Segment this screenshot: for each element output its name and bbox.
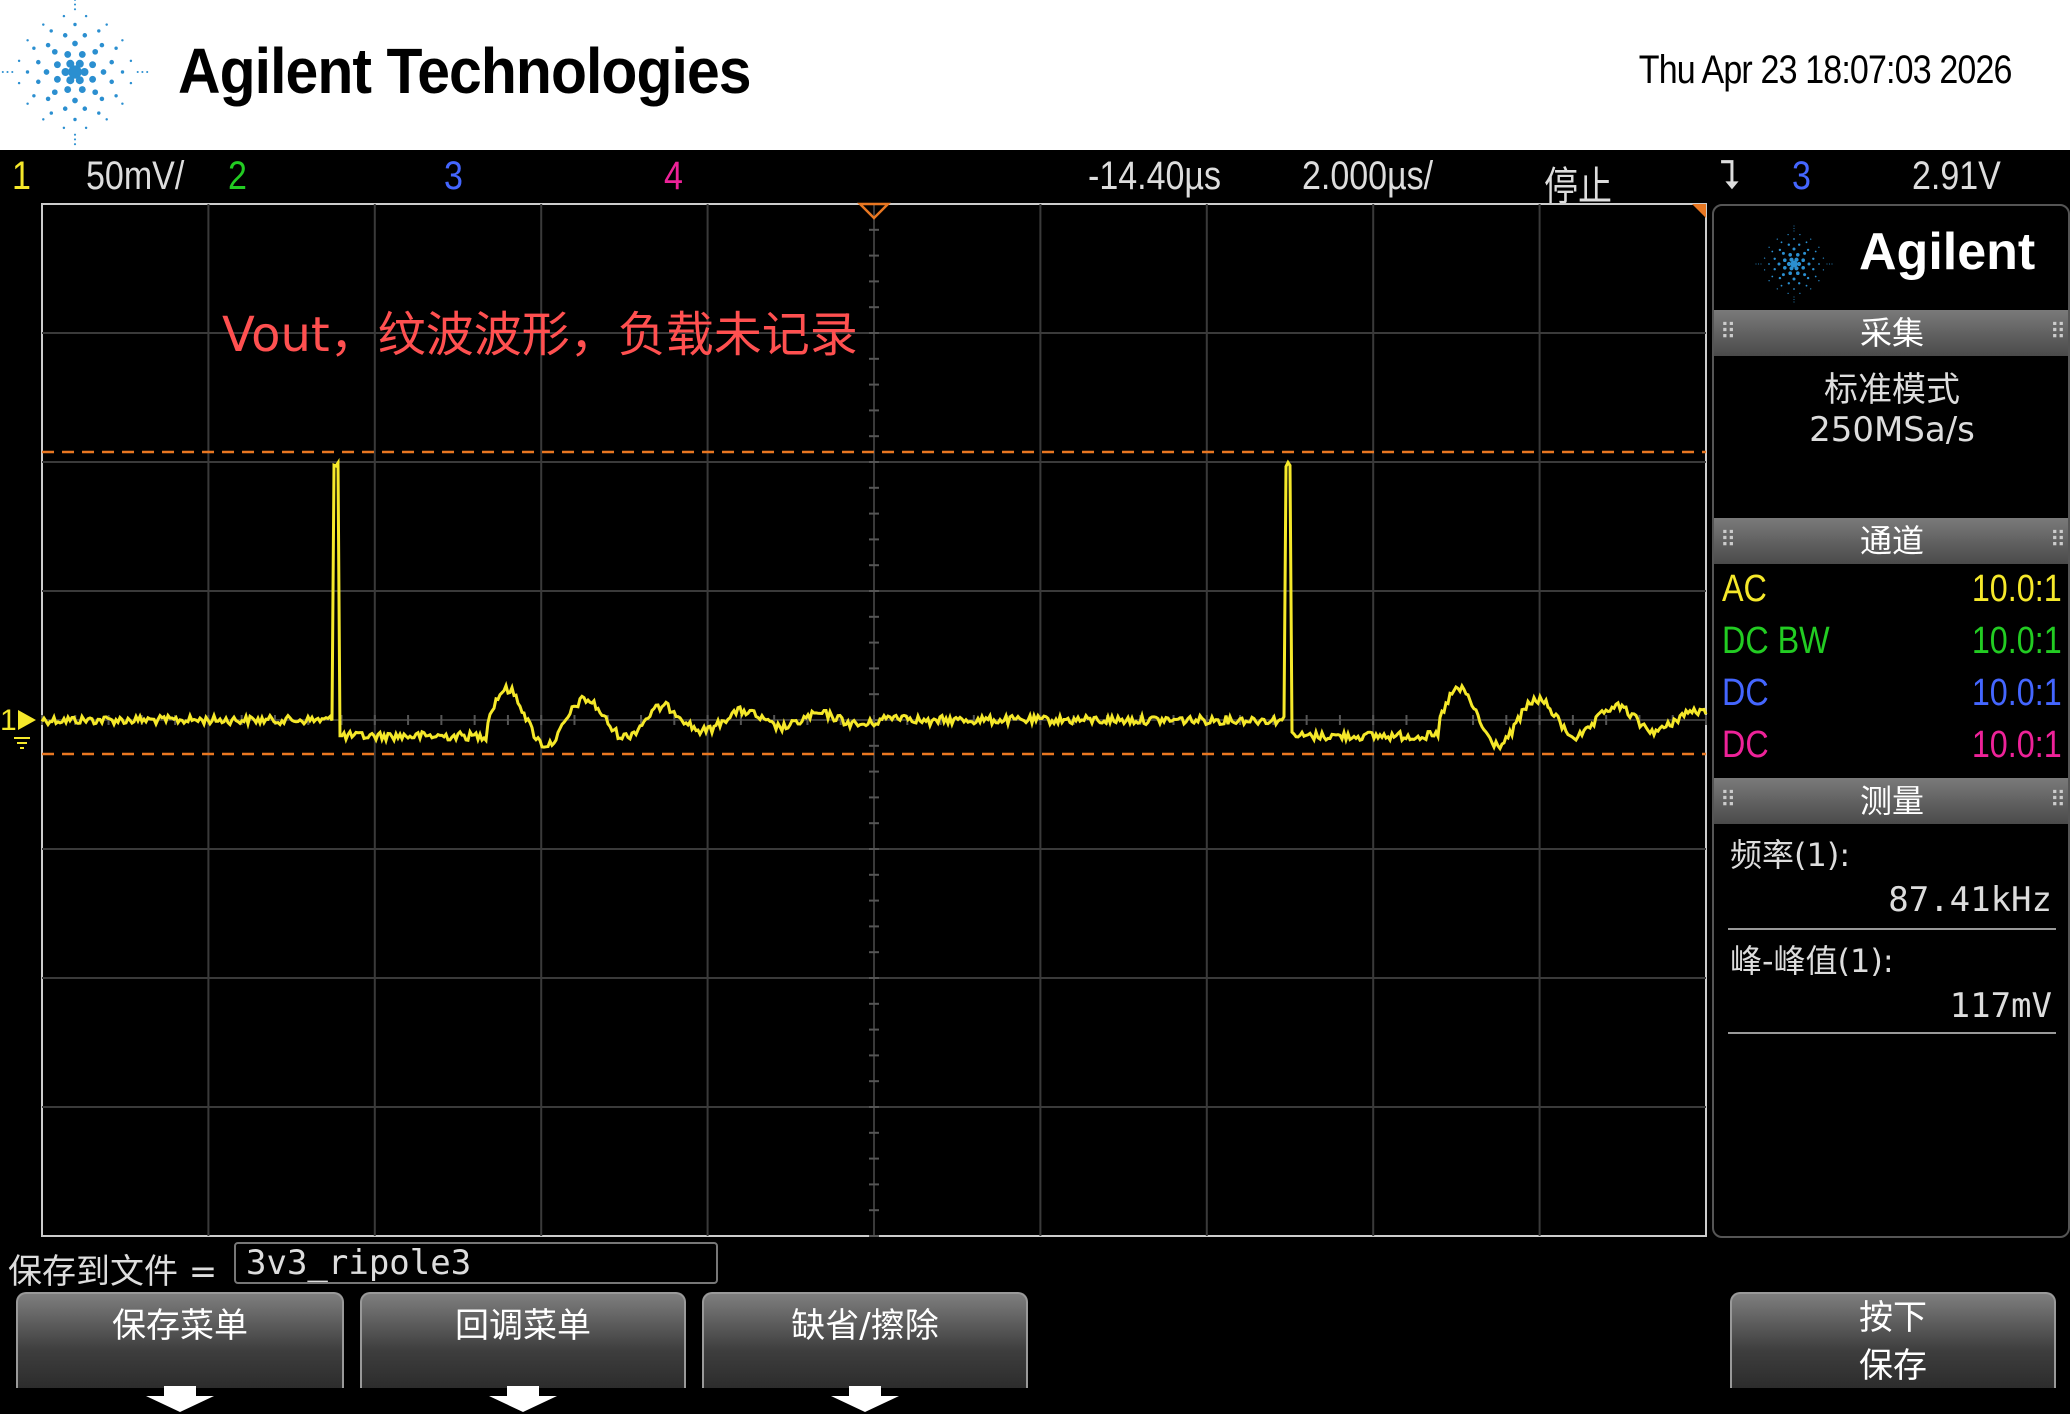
channel-4-info[interactable]: DC 10.0:1 xyxy=(1722,724,2062,770)
side-panel: Agilent ⠿ 采集 ⠿ 标准模式 250MSa/s ⠿ 通道 ⠿ AC 1… xyxy=(1712,204,2070,1238)
recall-menu-label: 回调菜单 xyxy=(455,1306,591,1346)
channel-1-ground-marker: 1 xyxy=(0,704,17,737)
save-label: 保存 xyxy=(1859,1346,1927,1386)
horizontal-delay[interactable]: -14.40µs xyxy=(1088,154,1221,199)
default-erase-label: 缺省/擦除 xyxy=(791,1306,939,1346)
channel-3-number[interactable]: 3 xyxy=(444,154,463,199)
channel-1-info[interactable]: AC 10.0:1 xyxy=(1722,568,2062,614)
markers: 1 xyxy=(0,202,1706,749)
measure-title: 测量 xyxy=(1859,782,1924,820)
datetime-readout: Thu Apr 23 18:07:03 2026 xyxy=(1639,48,2013,92)
frequency-label: 频率(1): xyxy=(1730,836,1851,874)
agilent-spark-small-icon xyxy=(1755,225,1833,303)
channel-1-coupling: AC xyxy=(1722,568,1767,610)
waveform-annotation: Vout，纹波波形，负载未记录 xyxy=(222,307,858,363)
channel-4-coupling: DC xyxy=(1722,724,1769,766)
measure-section-header[interactable]: ⠿ 测量 ⠿ xyxy=(1714,778,2068,824)
trigger-slope-icon: ⮧ xyxy=(1720,154,1741,198)
channels-section-header[interactable]: ⠿ 通道 ⠿ xyxy=(1714,518,2068,564)
acquire-mode: 标准模式 xyxy=(1824,370,1960,410)
channel-2-number[interactable]: 2 xyxy=(228,154,247,199)
channel-3-probe: 10.0:1 xyxy=(1972,672,2062,714)
timebase-scale[interactable]: 2.000µs/ xyxy=(1302,154,1433,199)
channel-2-coupling: DC BW xyxy=(1722,620,1830,662)
spark-dots xyxy=(1755,225,1833,303)
channel-3-info[interactable]: DC 10.0:1 xyxy=(1722,672,2062,718)
trigger-source[interactable]: 3 xyxy=(1792,154,1811,199)
default-erase-button[interactable]: 缺省/擦除 xyxy=(702,1292,1028,1412)
channel-1-probe: 10.0:1 xyxy=(1972,568,2062,610)
brand-title: Agilent Technologies xyxy=(178,35,752,107)
scope-status-bar: 1 50mV/ 2 3 4 -14.40µs 2.000µs/ 停止 ⮧ 3 2… xyxy=(0,150,2070,209)
press-to-save-button[interactable]: 按下 保存 xyxy=(1730,1292,2056,1388)
sample-rate: 250MSa/s xyxy=(1809,410,1975,450)
channel-2-probe: 10.0:1 xyxy=(1972,620,2062,662)
frequency-value: 87.41kHz xyxy=(1888,880,2052,920)
channel-1-number[interactable]: 1 xyxy=(12,154,31,199)
channel-2-info[interactable]: DC BW 10.0:1 xyxy=(1722,620,2062,666)
acquire-section-header[interactable]: ⠿ 采集 ⠿ xyxy=(1714,310,2068,356)
channel-4-probe: 10.0:1 xyxy=(1972,724,2062,766)
save-menu-label: 保存菜单 xyxy=(112,1306,248,1346)
frequency-divider xyxy=(1728,928,2056,930)
acquire-title: 采集 xyxy=(1859,314,1924,352)
panel-brand: Agilent xyxy=(1859,223,2036,281)
peak-to-peak-divider xyxy=(1728,1032,2056,1034)
filename-field[interactable]: 3v3_ripole3 xyxy=(234,1242,718,1284)
agilent-spark-logo-icon xyxy=(1,0,149,146)
trigger-level[interactable]: 2.91V xyxy=(1912,154,2001,199)
channel-4-number[interactable]: 4 xyxy=(664,154,683,199)
peak-to-peak-label: 峰-峰值(1): xyxy=(1730,942,1894,980)
channel-3-coupling: DC xyxy=(1722,672,1769,714)
save-file-row: 保存到文件 = 3v3_ripole3 xyxy=(0,1240,2070,1292)
spark-dots xyxy=(1,0,149,146)
channel-1-scale[interactable]: 50mV/ xyxy=(86,154,184,199)
header: Agilent Technologies Thu Apr 23 18:07:03… xyxy=(0,0,2070,150)
save-menu-button[interactable]: 保存菜单 xyxy=(16,1292,344,1412)
press-label: 按下 xyxy=(1859,1298,1927,1338)
peak-to-peak-value: 117mV xyxy=(1949,986,2052,1026)
save-to-file-label: 保存到文件 = xyxy=(8,1252,218,1292)
channels-title: 通道 xyxy=(1859,522,1924,560)
recall-menu-button[interactable]: 回调菜单 xyxy=(360,1292,686,1412)
